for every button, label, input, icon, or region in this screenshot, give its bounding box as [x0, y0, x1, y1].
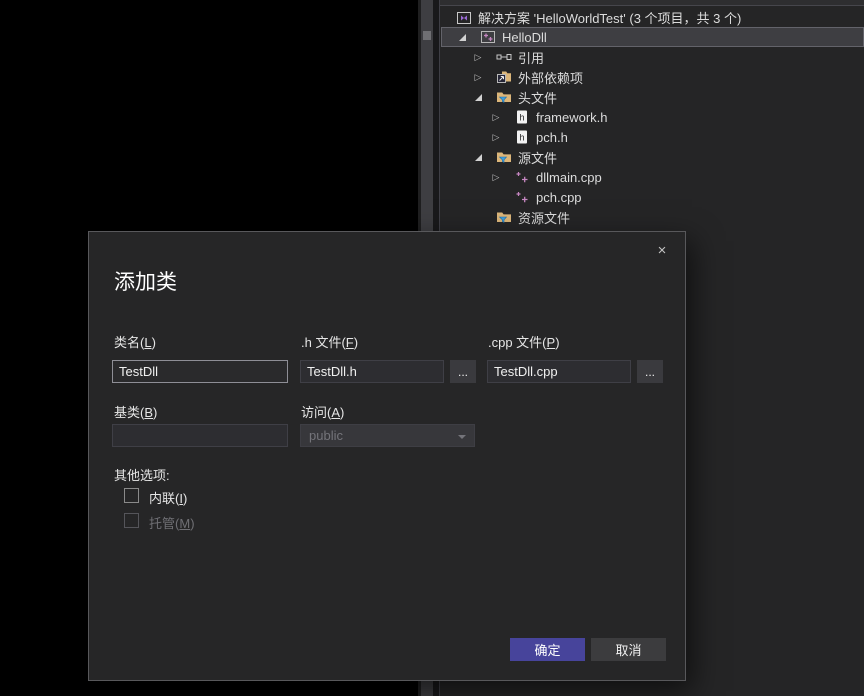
tree-row[interactable]: pch.cpp [440, 187, 864, 207]
external-dependencies-icon [496, 69, 512, 85]
inline-checkbox-label: 内联(I) [149, 488, 187, 507]
tree-row[interactable]: 头文件 [440, 87, 864, 107]
chevron-expanded-icon[interactable] [470, 87, 486, 107]
filtered-folder-icon [496, 209, 512, 225]
header-file-icon: h [514, 109, 530, 125]
h-file-browse-button[interactable]: ... [450, 360, 476, 383]
class-name-input[interactable] [112, 360, 288, 383]
chevron-collapsed-icon[interactable]: ▷ [488, 107, 504, 127]
svg-text:h: h [519, 133, 524, 143]
base-class-input[interactable] [112, 424, 288, 447]
cpp-file-icon [514, 169, 530, 185]
ok-button[interactable]: 确定 [510, 638, 585, 661]
panel-top-strip [440, 0, 864, 6]
close-icon[interactable]: × [651, 240, 673, 262]
references-icon [496, 49, 512, 65]
chevron-collapsed-icon[interactable]: ▷ [470, 47, 486, 67]
solution-row[interactable]: 解决方案 'HelloWorldTest' (3 个项目，共 3 个) [440, 8, 864, 27]
access-dropdown[interactable]: public [300, 424, 475, 447]
cpp-file-input[interactable] [487, 360, 631, 383]
tree-row[interactable]: 源文件 [440, 147, 864, 167]
tree-row[interactable]: ▷ h pch.h [440, 127, 864, 147]
dialog-title: 添加类 [114, 266, 177, 296]
cpp-file-label: .cpp 文件(P) [488, 332, 560, 351]
cancel-button[interactable]: 取消 [591, 638, 666, 661]
chevron-expanded-icon[interactable] [454, 27, 470, 47]
cpp-file-browse-button[interactable]: ... [637, 360, 663, 383]
filtered-folder-icon [496, 149, 512, 165]
chevron-collapsed-icon[interactable]: ▷ [488, 167, 504, 187]
cpp-file-icon [514, 189, 530, 205]
tree-row[interactable]: ▷ h framework.h [440, 107, 864, 127]
tree-item-label: 源文件 [518, 148, 557, 167]
scrollbar-thumb[interactable] [423, 31, 431, 40]
tree-item-label: dllmain.cpp [536, 170, 602, 185]
tree-item-label: 外部依赖项 [518, 68, 583, 87]
tree-item-label: pch.h [536, 130, 568, 145]
filtered-folder-icon [496, 89, 512, 105]
tree-item-label: pch.cpp [536, 190, 582, 205]
h-file-input[interactable] [300, 360, 444, 383]
tree-item-label: 引用 [518, 48, 544, 67]
managed-checkbox[interactable] [124, 513, 139, 528]
tree-row[interactable]: ▷ 引用 [440, 47, 864, 67]
svg-text:h: h [519, 113, 524, 123]
tree-item-label: framework.h [536, 110, 608, 125]
tree-item-label: HelloDll [502, 30, 547, 45]
other-options-heading: 其他选项: [114, 465, 170, 484]
managed-checkbox-label: 托管(M) [149, 513, 195, 532]
tree-row[interactable]: 资源文件 [440, 207, 864, 227]
chevron-collapsed-icon[interactable]: ▷ [470, 67, 486, 87]
tree-row[interactable]: ▷ dllmain.cpp [440, 167, 864, 187]
access-dropdown-value: public [309, 428, 343, 443]
tree-row[interactable]: HelloDll [441, 27, 864, 47]
base-class-label: 基类(B) [114, 402, 157, 421]
solution-icon [456, 10, 472, 26]
add-class-dialog: × 添加类 类名(L) .h 文件(F) ... .cpp 文件(P) ... … [88, 231, 686, 681]
tree-item-label: 资源文件 [518, 208, 570, 227]
header-file-icon: h [514, 129, 530, 145]
chevron-down-icon [458, 435, 466, 439]
class-name-label: 类名(L) [114, 332, 156, 351]
solution-label: 解决方案 'HelloWorldTest' (3 个项目，共 3 个) [478, 8, 741, 27]
visual-studio-window: 解决方案 'HelloWorldTest' (3 个项目，共 3 个) Hell… [0, 0, 864, 696]
tree-row[interactable]: ▷ 外部依赖项 [440, 67, 864, 87]
h-file-label: .h 文件(F) [301, 332, 358, 351]
chevron-expanded-icon[interactable] [470, 147, 486, 167]
access-label: 访问(A) [301, 402, 344, 421]
inline-checkbox[interactable] [124, 488, 139, 503]
cpp-project-icon [480, 29, 496, 45]
chevron-collapsed-icon[interactable]: ▷ [488, 127, 504, 147]
tree-item-label: 头文件 [518, 88, 557, 107]
